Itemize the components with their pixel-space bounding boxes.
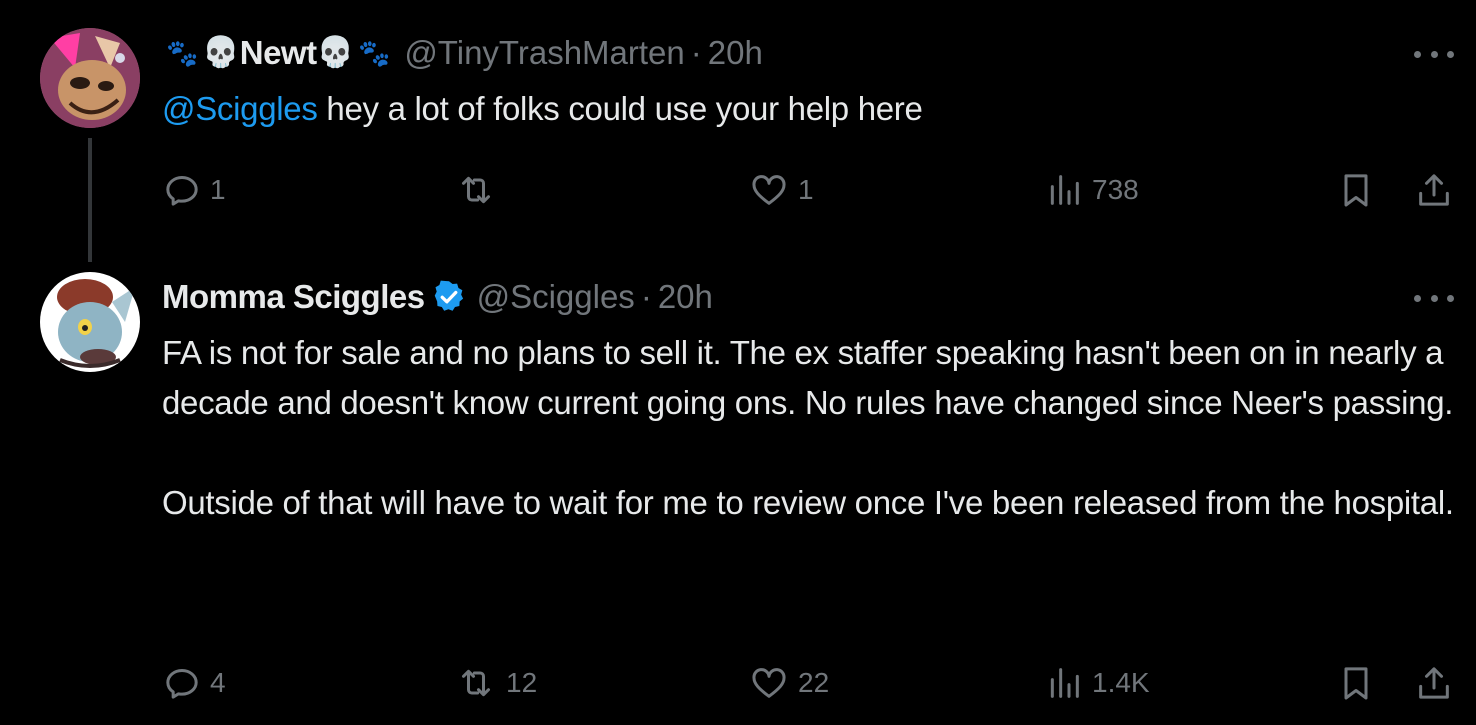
views-button[interactable]: 738 <box>1044 165 1139 215</box>
like-button[interactable]: 22 <box>748 658 829 708</box>
more-icon[interactable] <box>1414 288 1454 308</box>
user-handle[interactable]: @Sciggles <box>477 278 635 316</box>
heart-icon <box>752 175 786 205</box>
bookmark-button[interactable] <box>1336 658 1376 708</box>
like-count: 22 <box>798 667 830 698</box>
reply-count: 4 <box>210 667 226 698</box>
retweet-icon <box>462 669 490 697</box>
tweet-header: Momma Sciggles @Sciggles · 20h <box>162 272 713 322</box>
view-count: 1.4K <box>1092 667 1150 698</box>
display-name[interactable]: Newt <box>240 34 317 72</box>
tweet-text: FA is not for sale and no plans to sell … <box>162 328 1462 528</box>
share-icon <box>1419 667 1449 699</box>
tweet-sciggles[interactable]: Momma Sciggles @Sciggles · 20h FA is not… <box>0 260 1476 725</box>
retweet-count: 12 <box>506 667 538 698</box>
bookmark-icon <box>1344 667 1368 700</box>
reply-count: 1 <box>210 174 226 205</box>
separator-dot: · <box>690 34 702 71</box>
timestamp[interactable]: 20h <box>658 278 713 316</box>
tweet-paragraph: Outside of that will have to wait for me… <box>162 484 1454 521</box>
avatar[interactable] <box>40 28 140 128</box>
bookmark-icon <box>1344 174 1368 207</box>
like-count: 1 <box>798 174 814 205</box>
reply-button[interactable]: 4 <box>162 658 226 708</box>
display-name[interactable]: Momma Sciggles <box>162 278 425 316</box>
views-icon <box>1050 175 1079 205</box>
reply-icon <box>166 176 198 206</box>
more-icon[interactable] <box>1414 44 1454 64</box>
action-bar: 1 1 738 <box>162 165 1462 215</box>
separator-dot: · <box>640 278 652 315</box>
tweet-newt[interactable]: 🐾 💀 Newt 💀 🐾 @TinyTrashMarten · 20h @Sci… <box>0 0 1476 262</box>
thread-connector-line <box>88 138 92 262</box>
action-bar: 4 12 22 1.4K <box>162 658 1462 708</box>
bookmark-button[interactable] <box>1336 165 1376 215</box>
paw-emoji-icon: 🐾 <box>357 38 391 68</box>
mention-link[interactable]: @Sciggles <box>162 90 318 127</box>
tweet-header: 🐾 💀 Newt 💀 🐾 @TinyTrashMarten · 20h <box>162 28 763 78</box>
tweet-thread: 🐾 💀 Newt 💀 🐾 @TinyTrashMarten · 20h @Sci… <box>0 0 1476 725</box>
verified-badge-icon[interactable] <box>431 279 467 315</box>
tweet-text-content: hey a lot of folks could use your help h… <box>317 90 923 127</box>
skull-emoji-icon: 💀 <box>202 36 240 69</box>
share-button[interactable] <box>1414 165 1454 215</box>
avatar[interactable] <box>40 272 140 372</box>
retweet-button[interactable] <box>454 165 506 215</box>
retweet-icon <box>462 176 490 204</box>
user-handle[interactable]: @TinyTrashMarten <box>404 34 684 72</box>
view-count: 738 <box>1092 174 1139 205</box>
share-icon <box>1419 174 1449 206</box>
reply-icon <box>166 669 198 699</box>
paw-emoji-icon: 🐾 <box>166 38 199 68</box>
views-button[interactable]: 1.4K <box>1044 658 1150 708</box>
like-button[interactable]: 1 <box>748 165 814 215</box>
timestamp[interactable]: 20h <box>708 34 763 72</box>
retweet-button[interactable]: 12 <box>454 658 537 708</box>
tweet-text: @Sciggles hey a lot of folks could use y… <box>162 84 1462 134</box>
share-button[interactable] <box>1414 658 1454 708</box>
tweet-paragraph: FA is not for sale and no plans to sell … <box>162 334 1454 421</box>
skull-emoji-icon: 💀 <box>316 36 354 69</box>
views-icon <box>1050 668 1079 698</box>
display-name-group[interactable]: 💀 Newt 💀 <box>202 34 354 72</box>
heart-icon <box>752 668 786 698</box>
reply-button[interactable]: 1 <box>162 165 226 215</box>
